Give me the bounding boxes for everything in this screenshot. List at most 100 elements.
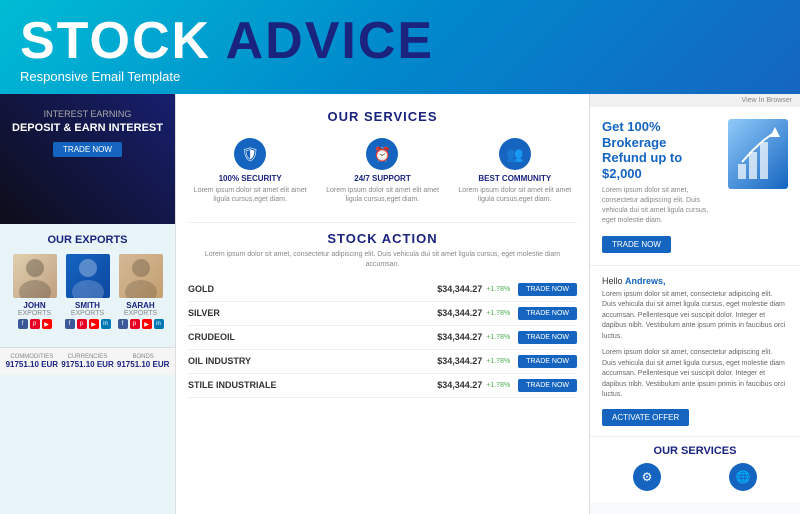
hello-greeting: Hello Andrews, [602,276,788,286]
hello-name: Andrews, [625,276,666,286]
divider [188,222,577,223]
smith-name: SMITH [64,301,112,310]
stock-row-crudeoil: CRUDEOIL $34,344.27 +1.78% TRADE NOW [188,326,577,350]
stock-row-silver: SILVER $34,344.27 +1.78% TRADE NOW [188,302,577,326]
deposit-section: Interest Earning DEPOSIT & EARN INTEREST… [0,94,175,224]
services-section: OUR SERVICES 🛡 100% SECURITY Lorem ipsum… [188,109,577,210]
support-name: 24/7 SUPPORT [324,174,440,183]
service-security: 🛡 100% SECURITY Lorem ipsum dolor sit am… [188,132,312,210]
gold-name: GOLD [188,284,437,294]
stat-commodities: COMMODITIES 91751.10 EUR [6,354,58,369]
stile-price: $34,344.27 [437,380,482,390]
stock-table: GOLD $34,344.27 +1.78% TRADE NOW SILVER … [188,278,577,398]
activate-button[interactable]: ACTIVATE OFFER [602,409,689,426]
community-desc: Lorem ipsum dolor sit amet elit amet lig… [457,186,573,204]
youtube-icon[interactable]: ▶ [89,319,99,329]
security-name: 100% SECURITY [192,174,308,183]
stock-action-desc: Lorem ipsum dolor sit amet, consectetur … [188,250,577,270]
john-social: f p ▶ [11,319,59,329]
sarah-social: f p ▶ in [117,319,165,329]
promo-text: Get 100% BrokerageRefund up to $2,000 Lo… [602,119,720,253]
main-content: Interest Earning DEPOSIT & EARN INTEREST… [0,94,800,514]
silver-change: +1.78% [486,310,510,317]
facebook-icon[interactable]: f [118,319,128,329]
export-card-sarah: SARAH EXPORTS f p ▶ in [117,254,165,329]
sarah-role: EXPORTS [117,310,165,317]
left-panel: Interest Earning DEPOSIT & EARN INTEREST… [0,94,175,514]
linkedin-icon[interactable]: in [101,319,111,329]
stile-change: +1.78% [486,382,510,389]
hello-section: Hello Andrews, Lorem ipsum dolor sit ame… [590,266,800,437]
service-support: ⏰ 24/7 SUPPORT Lorem ipsum dolor sit ame… [320,132,444,210]
gear-icon: ⚙ [633,463,661,491]
john-photo [13,254,57,298]
silver-name: SILVER [188,308,437,318]
commodities-value: 91751.10 EUR [6,360,58,369]
promo-section: Get 100% BrokerageRefund up to $2,000 Lo… [590,107,800,266]
exports-section: OUR EXPORTS JOHN EXPORTS f p ▶ [0,224,175,347]
stat-bonds: BONDS 91751.10 EUR [117,354,169,369]
linkedin-icon[interactable]: in [154,319,164,329]
sarah-photo [119,254,163,298]
view-in-browser[interactable]: View In Browser [590,94,800,107]
services-title: OUR SERVICES [188,109,577,124]
oil-price: $34,344.27 [437,356,482,366]
gold-change: +1.78% [486,286,510,293]
exports-grid: JOHN EXPORTS f p ▶ SMITH EXPORT [8,254,167,329]
crudeoil-name: CRUDEOIL [188,332,437,342]
currencies-value: 91751.10 EUR [61,360,113,369]
responsive-prefix: R [20,69,29,84]
services-grid: 🛡 100% SECURITY Lorem ipsum dolor sit am… [188,132,577,210]
deposit-label: Interest Earning [10,109,165,119]
support-desc: Lorem ipsum dolor sit amet elit amet lig… [324,186,440,204]
middle-panel: OUR SERVICES 🛡 100% SECURITY Lorem ipsum… [175,94,590,514]
youtube-icon[interactable]: ▶ [42,319,52,329]
community-name: BEST COMMUNITY [457,174,573,183]
stock-action-title: STOCK ACTION [188,231,577,246]
crudeoil-trade-button[interactable]: TRADE NOW [518,331,577,344]
stile-name: STILE INDUSTRIALE [188,380,437,390]
stats-row: COMMODITIES 91751.10 EUR CURRENCIES 9175… [0,347,175,375]
oil-name: OIL INDUSTRY [188,356,437,366]
facebook-icon[interactable]: f [18,319,28,329]
hello-para1: Lorem ipsum dolor sit amet, consectetur … [602,290,788,343]
pinterest-icon[interactable]: p [77,319,87,329]
gold-price: $34,344.27 [437,284,482,294]
header: STOCK ADVICE Responsive Email Template [0,0,800,94]
facebook-icon[interactable]: f [65,319,75,329]
pinterest-icon[interactable]: p [30,319,40,329]
pinterest-icon[interactable]: p [130,319,140,329]
smith-photo [66,254,110,298]
crudeoil-change: +1.78% [486,334,510,341]
deposit-title: DEPOSIT & EARN INTEREST [10,122,165,134]
sarah-name: SARAH [117,301,165,310]
community-icon: 👥 [499,138,531,170]
promo-title: Get 100% BrokerageRefund up to $2,000 [602,119,720,181]
john-name: JOHN [11,301,59,310]
john-role: EXPORTS [11,310,59,317]
security-icon: 🛡 [234,138,266,170]
deposit-trade-button[interactable]: TRADE NOW [53,142,122,157]
silver-price: $34,344.27 [437,308,482,318]
export-card-john: JOHN EXPORTS f p ▶ [11,254,59,329]
exports-heading: OUR EXPORTS [8,234,167,246]
stock-row-stile: STILE INDUSTRIALE $34,344.27 +1.78% TRAD… [188,374,577,398]
globe-icon: 🌐 [729,463,757,491]
gold-trade-button[interactable]: TRADE NOW [518,283,577,296]
right-panel: View In Browser Get 100% BrokerageRefund… [590,94,800,514]
oil-change: +1.78% [486,358,510,365]
our-service-globe: 🌐 [698,463,788,494]
service-community: 👥 BEST COMMUNITY Lorem ipsum dolor sit a… [453,132,577,210]
youtube-icon[interactable]: ▶ [142,319,152,329]
oil-trade-button[interactable]: TRADE NOW [518,355,577,368]
promo-trade-button[interactable]: TRADE NOW [602,236,671,253]
header-subtitle: Responsive Email Template [20,69,780,84]
our-services-grid: ⚙ 🌐 [602,463,788,494]
stile-trade-button[interactable]: TRADE NOW [518,379,577,392]
silver-trade-button[interactable]: TRADE NOW [518,307,577,320]
hello-para2: Lorem ipsum dolor sit amet, consectetur … [602,348,788,401]
export-card-smith: SMITH EXPORTS f p ▶ in [64,254,112,329]
smith-social: f p ▶ in [64,319,112,329]
promo-inner: Get 100% BrokerageRefund up to $2,000 Lo… [602,119,788,253]
our-service-gear: ⚙ [602,463,692,494]
